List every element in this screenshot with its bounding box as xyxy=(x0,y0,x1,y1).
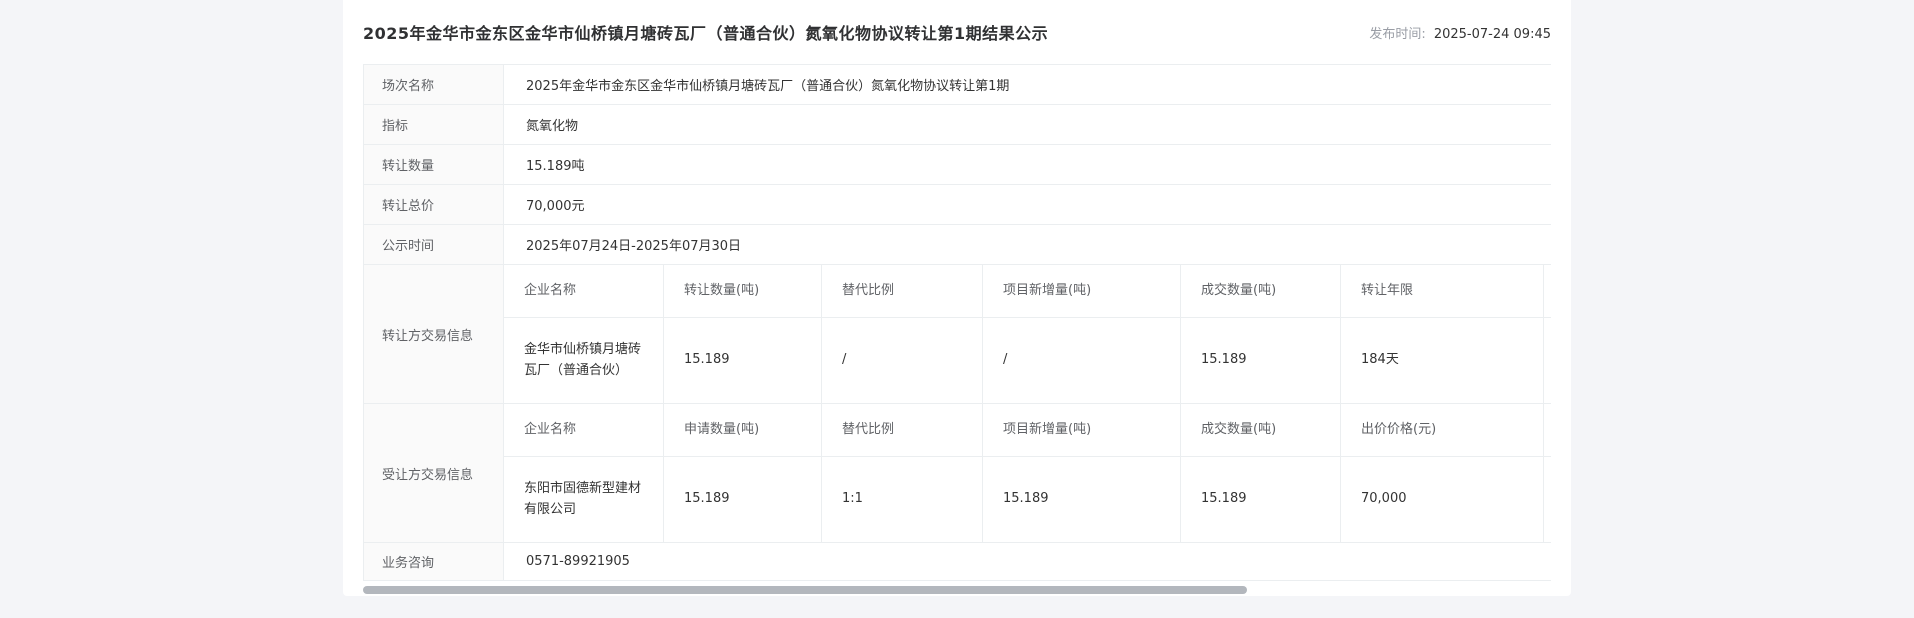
row-label: 场次名称 xyxy=(364,65,504,104)
row-label: 公示时间 xyxy=(364,225,504,264)
row-label: 业务咨询 xyxy=(364,543,504,580)
transferor-header-row: 企业名称 转让数量(吨) 替代比例 项目新增量(吨) 成交数量(吨) 转让年限 xyxy=(504,265,1551,318)
column-header: 替代比例 xyxy=(822,404,983,456)
table-row-business-consultation: 业务咨询 0571-89921905 xyxy=(364,543,1551,581)
consultation-phone: 0571-89921905 xyxy=(526,554,630,569)
column-header: 成交数量(吨) xyxy=(1181,404,1341,456)
row-label: 转让总价 xyxy=(364,185,504,224)
row-label: 指标 xyxy=(364,105,504,144)
cell-deal-quantity: 15.189 xyxy=(1181,457,1341,542)
row-value: 70,000元 xyxy=(526,199,585,214)
transferee-nested-table: 企业名称 申请数量(吨) 替代比例 项目新增量(吨) 成交数量(吨) 出价价格(… xyxy=(504,404,1551,542)
column-header: 成交数量(吨) xyxy=(1181,265,1341,317)
transferor-section-row: 转让方交易信息 企业名称 转让数量(吨) 替代比例 项目新增量(吨) 成交数量(… xyxy=(364,265,1551,404)
publish-time-label: 发布时间: xyxy=(1369,26,1426,42)
horizontal-scrollbar xyxy=(363,586,1551,594)
row-value: 2025年07月24日-2025年07月30日 xyxy=(526,239,742,254)
page-title: 2025年金华市金东区金华市仙桥镇月塘砖瓦厂（普通合伙）氮氧化物协议转让第1期结… xyxy=(363,24,1049,43)
table-row-session-name: 场次名称 2025年金华市金东区金华市仙桥镇月塘砖瓦厂（普通合伙）氮氧化物协议转… xyxy=(364,65,1551,105)
cell-company-name: 东阳市固德新型建材有限公司 xyxy=(504,457,664,542)
cell-transfer-term: 184天 xyxy=(1341,318,1544,403)
transferee-data-row: 东阳市固德新型建材有限公司 15.189 1:1 15.189 15.189 7… xyxy=(504,457,1551,542)
cell-substitution-ratio: / xyxy=(822,318,983,403)
cell-substitution-ratio: 1:1 xyxy=(822,457,983,542)
announcement-table: 场次名称 2025年金华市金东区金华市仙桥镇月塘砖瓦厂（普通合伙）氮氧化物协议转… xyxy=(363,64,1551,581)
column-header: 出价价格(元) xyxy=(1341,404,1544,456)
transferor-nested-table: 企业名称 转让数量(吨) 替代比例 项目新增量(吨) 成交数量(吨) 转让年限 … xyxy=(504,265,1551,403)
horizontal-scrollbar-thumb[interactable] xyxy=(363,586,1247,594)
column-header: 替代比例 xyxy=(822,265,983,317)
transferee-section-row: 受让方交易信息 企业名称 申请数量(吨) 替代比例 项目新增量(吨) 成交数量(… xyxy=(364,404,1551,543)
transferor-data-row: 金华市仙桥镇月塘砖瓦厂（普通合伙） 15.189 / / 15.189 184天 xyxy=(504,318,1551,403)
table-row-transfer-total-price: 转让总价 70,000元 xyxy=(364,185,1551,225)
announcement-card: 2025年金华市金东区金华市仙桥镇月塘砖瓦厂（普通合伙）氮氧化物协议转让第1期结… xyxy=(343,0,1571,596)
row-value: 2025年金华市金东区金华市仙桥镇月塘砖瓦厂（普通合伙）氮氧化物协议转让第1期 xyxy=(526,79,1010,94)
table-row-indicator: 指标 氮氧化物 xyxy=(364,105,1551,145)
cell-apply-quantity: 15.189 xyxy=(664,457,822,542)
cell-deal-quantity: 15.189 xyxy=(1181,318,1341,403)
column-header: 企业名称 xyxy=(504,404,664,456)
column-header: 转让数量(吨) xyxy=(664,265,822,317)
row-value: 氮氧化物 xyxy=(526,119,579,134)
column-header: 申请数量(吨) xyxy=(664,404,822,456)
table-row-transfer-quantity: 转让数量 15.189吨 xyxy=(364,145,1551,185)
cell-project-increment: 15.189 xyxy=(983,457,1181,542)
row-value: 15.189吨 xyxy=(526,159,585,174)
row-label: 转让方交易信息 xyxy=(364,265,504,403)
row-label: 受让方交易信息 xyxy=(364,404,504,542)
table-row-publicity-period: 公示时间 2025年07月24日-2025年07月30日 xyxy=(364,225,1551,265)
publish-time-value: 2025-07-24 09:45 xyxy=(1433,26,1551,42)
column-header: 转让年限 xyxy=(1341,265,1544,317)
column-header: 项目新增量(吨) xyxy=(983,265,1181,317)
transferee-header-row: 企业名称 申请数量(吨) 替代比例 项目新增量(吨) 成交数量(吨) 出价价格(… xyxy=(504,404,1551,457)
column-header: 项目新增量(吨) xyxy=(983,404,1181,456)
cell-project-increment: / xyxy=(983,318,1181,403)
card-header: 2025年金华市金东区金华市仙桥镇月塘砖瓦厂（普通合伙）氮氧化物协议转让第1期结… xyxy=(363,0,1551,64)
row-label: 转让数量 xyxy=(364,145,504,184)
cell-transfer-quantity: 15.189 xyxy=(664,318,822,403)
column-header: 企业名称 xyxy=(504,265,664,317)
cell-bid-price: 70,000 xyxy=(1341,457,1544,542)
publish-time: 发布时间: 2025-07-24 09:45 xyxy=(1369,23,1551,42)
cell-company-name: 金华市仙桥镇月塘砖瓦厂（普通合伙） xyxy=(504,318,664,403)
